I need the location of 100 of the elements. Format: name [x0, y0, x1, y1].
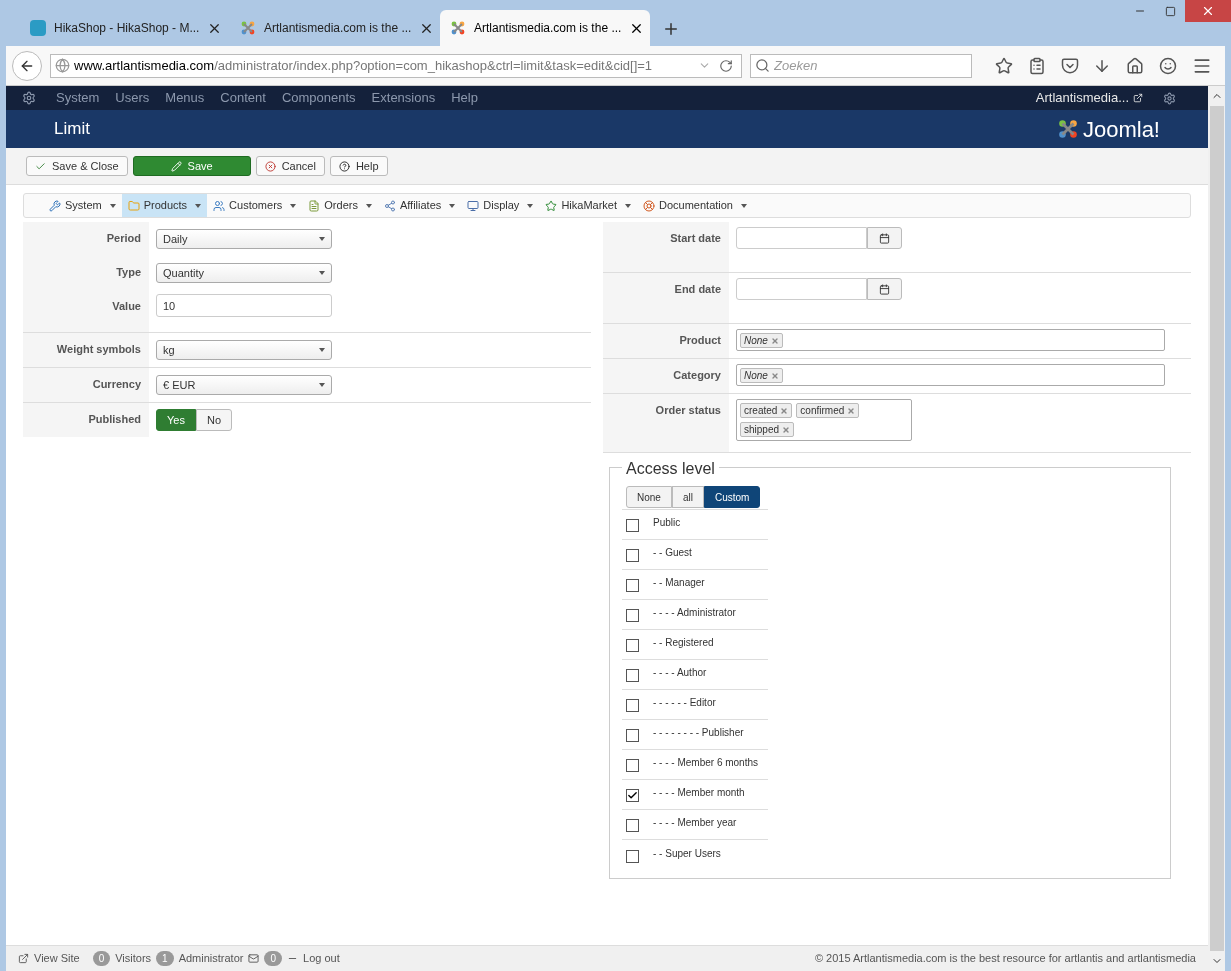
admin-menu-item[interactable]: Extensions: [371, 88, 436, 108]
access-mode-button[interactable]: Custom: [703, 486, 761, 508]
checkbox[interactable]: [626, 639, 639, 652]
select-field[interactable]: Daily: [156, 229, 332, 249]
joomla-logo-icon: [240, 20, 256, 36]
date-field[interactable]: [736, 227, 867, 249]
smiley-icon[interactable]: [1158, 56, 1177, 75]
search-box[interactable]: Zoeken: [750, 53, 972, 78]
checkbox[interactable]: [626, 819, 639, 832]
toggle-option[interactable]: No: [195, 409, 232, 431]
reload-icon[interactable]: [719, 58, 733, 73]
copyright-text: © 2015 Artlantismedia.com is the best resource for artlantis and artlantismedia: [814, 951, 1196, 967]
component-menu-item[interactable]: Orders: [302, 194, 378, 217]
checkbox[interactable]: [626, 579, 639, 592]
tab-title: HikaShop - HikaShop - M...: [54, 20, 200, 37]
component-menu-item[interactable]: System: [43, 194, 122, 217]
component-menu-item[interactable]: Customers: [207, 194, 303, 217]
component-menu-item[interactable]: HikaMarket: [539, 194, 637, 217]
caret-icon: [195, 203, 202, 208]
checkbox[interactable]: [626, 789, 639, 802]
scrollbar[interactable]: [1208, 86, 1225, 971]
group-label: - - Super Users: [653, 846, 721, 861]
access-mode-button[interactable]: all: [671, 486, 704, 508]
admin-menu-item[interactable]: Menus: [165, 88, 205, 108]
remove-icon[interactable]: [770, 371, 779, 380]
pocket-icon[interactable]: [1060, 56, 1079, 75]
calendar-button[interactable]: [867, 278, 902, 300]
tag-field[interactable]: created confirmed shipped: [736, 399, 912, 441]
address-bar[interactable]: www.artlantismedia.com/administrator/index.php?option=com_hikashop&ctrl=limit&task=edit&cid[]=1: [50, 53, 742, 78]
caret-icon: [365, 203, 372, 208]
component-menu-item[interactable]: Affiliates: [377, 194, 462, 217]
toggle-option[interactable]: Yes: [156, 409, 196, 431]
toolbar-button[interactable]: Cancel: [255, 156, 325, 176]
checkbox[interactable]: [626, 699, 639, 712]
checkbox[interactable]: [626, 669, 639, 682]
admin-menu-item[interactable]: Components: [281, 88, 356, 108]
group-label: - - - - Member 6 months: [653, 756, 759, 770]
tag-chip[interactable]: created: [740, 403, 793, 418]
menu-item-icon: [383, 199, 396, 212]
admin-menu-item[interactable]: Content: [220, 88, 266, 108]
caret-icon: [290, 203, 297, 208]
close-icon: [1201, 4, 1215, 18]
logout-link[interactable]: Log out: [303, 950, 340, 967]
component-menu-item[interactable]: Display: [461, 194, 540, 217]
admin-menu-item[interactable]: System: [56, 88, 100, 108]
back-button[interactable]: [12, 50, 42, 81]
group-label: - - Manager: [653, 576, 705, 590]
caret-icon: [625, 203, 631, 208]
access-mode-button[interactable]: None: [626, 486, 672, 508]
home-icon[interactable]: [1126, 56, 1145, 75]
menu-item-icon: [545, 199, 558, 212]
browser-tab[interactable]: HikaShop - HikaShop - M...: [20, 10, 230, 46]
select-field[interactable]: € EUR: [156, 375, 332, 395]
remove-icon[interactable]: [780, 406, 789, 415]
maximize-icon[interactable]: [1164, 5, 1176, 17]
menu-item-icon: [308, 199, 321, 212]
scrollbar-thumb[interactable]: [1209, 106, 1224, 951]
checkbox[interactable]: [626, 549, 639, 562]
value-field[interactable]: 10: [156, 294, 332, 317]
admin-menu-item[interactable]: Help: [451, 88, 478, 108]
checkbox[interactable]: [626, 729, 639, 742]
browser-tab[interactable]: Artlantismedia.com is the ...: [230, 10, 440, 46]
new-tab-icon[interactable]: [662, 20, 680, 38]
bookmark-star-icon[interactable]: [995, 56, 1014, 75]
remove-icon[interactable]: [847, 406, 856, 415]
count-badge: 0: [264, 951, 282, 966]
tag-chip[interactable]: shipped: [740, 422, 795, 437]
toolbar-button[interactable]: Help: [329, 156, 388, 176]
tag-chip[interactable]: None: [740, 368, 783, 383]
checkbox[interactable]: [626, 519, 639, 532]
component-menu-item[interactable]: Products: [121, 194, 208, 217]
checkbox[interactable]: [626, 609, 639, 622]
toolbar-icon: [264, 160, 276, 172]
search-field[interactable]: Zoeken: [774, 55, 967, 76]
checkbox[interactable]: [626, 849, 639, 863]
toolbar-button[interactable]: Save: [132, 156, 251, 176]
checkbox[interactable]: [626, 759, 639, 772]
remove-icon[interactable]: [782, 425, 791, 434]
date-field[interactable]: [736, 278, 867, 300]
select-field[interactable]: kg: [156, 340, 332, 360]
toolbar-icon: [170, 160, 182, 172]
tag-chip[interactable]: confirmed: [796, 403, 860, 418]
settings-icon[interactable]: [1163, 91, 1176, 105]
admin-menu-item[interactable]: Users: [115, 88, 150, 108]
component-menu-item[interactable]: Documentation: [637, 194, 753, 217]
view-site-link[interactable]: View Site: [34, 950, 80, 967]
tag-chip[interactable]: None: [740, 333, 783, 348]
reading-list-icon[interactable]: [1028, 56, 1047, 75]
group-label: - - - - Administrator: [653, 606, 736, 620]
calendar-button[interactable]: [867, 227, 902, 249]
browser-tab[interactable]: Artlantismedia.com is the ...: [440, 10, 650, 46]
select-field[interactable]: Quantity: [156, 263, 332, 283]
toolbar-button[interactable]: Save & Close: [26, 156, 128, 176]
group-label: - - - - Author: [653, 666, 707, 680]
remove-icon[interactable]: [770, 336, 779, 345]
site-link[interactable]: Artlantismedia...: [1035, 88, 1143, 108]
caret-icon: [109, 203, 116, 208]
tag-field[interactable]: None: [736, 329, 1165, 351]
joomla-menu-icon[interactable]: [22, 91, 36, 105]
tag-field[interactable]: None: [736, 364, 1165, 386]
